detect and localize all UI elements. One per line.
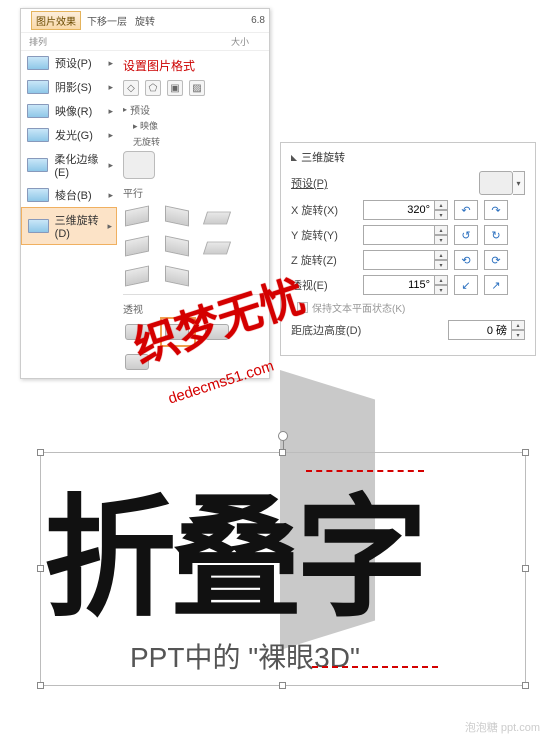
rotation-preset[interactable] bbox=[163, 264, 193, 288]
effects-icon[interactable]: ⬠ bbox=[145, 80, 161, 96]
resize-handle[interactable] bbox=[37, 449, 44, 456]
group-label-arrange: 排列 bbox=[29, 35, 47, 48]
rotate-ccw-icon[interactable]: ⟳ bbox=[484, 250, 508, 270]
preset-swatch[interactable] bbox=[479, 171, 513, 195]
resize-handle[interactable] bbox=[37, 682, 44, 689]
layout-icon[interactable]: ▣ bbox=[167, 80, 183, 96]
rotation-preset[interactable] bbox=[163, 204, 193, 228]
distance-input[interactable] bbox=[448, 320, 512, 340]
spin-up[interactable]: ▴ bbox=[511, 320, 525, 330]
red-guide-top bbox=[306, 470, 424, 472]
menu-item-bevel[interactable]: 棱台(B)▸ bbox=[21, 183, 117, 207]
rotation-preset[interactable] bbox=[123, 264, 153, 288]
preset-none[interactable] bbox=[123, 151, 155, 179]
rotate-cw-icon[interactable]: ⟲ bbox=[454, 250, 478, 270]
x-rotation-input[interactable] bbox=[363, 200, 435, 220]
spin-up[interactable]: ▴ bbox=[434, 225, 448, 235]
z-rotation-label: Z 旋转(Z) bbox=[291, 252, 363, 268]
menu-label: 三维旋转(D) bbox=[55, 212, 110, 240]
spin-down[interactable]: ▾ bbox=[434, 235, 448, 245]
ribbon-header: 图片效果 下移一层 旋转 6.8 bbox=[21, 9, 269, 33]
preset-dropdown[interactable]: ▾ bbox=[513, 171, 525, 195]
spin-up[interactable]: ▴ bbox=[434, 250, 448, 260]
resize-handle[interactable] bbox=[522, 449, 529, 456]
keep-text-flat-row[interactable]: 保持文本平面状态(K) bbox=[297, 300, 525, 315]
menu-item-reflection[interactable]: 映像(R)▸ bbox=[21, 99, 117, 123]
rotation-preset[interactable] bbox=[203, 204, 233, 228]
picture-effects-dropdown[interactable]: 图片效果 bbox=[31, 11, 81, 30]
spin-down[interactable]: ▾ bbox=[434, 210, 448, 220]
fill-icon[interactable]: ◇ bbox=[123, 80, 139, 96]
menu-item-softedge[interactable]: 柔化边缘(E)▸ bbox=[21, 147, 117, 183]
x-rotation-label: X 旋转(X) bbox=[291, 202, 363, 218]
resize-handle[interactable] bbox=[279, 682, 286, 689]
toolbar-item[interactable]: 旋转 bbox=[135, 13, 155, 28]
3d-rotation-title: 三维旋转 bbox=[291, 149, 525, 165]
rotate-down-icon[interactable]: ↻ bbox=[484, 225, 508, 245]
resize-handle[interactable] bbox=[522, 682, 529, 689]
distance-label: 距底边高度(D) bbox=[291, 322, 387, 338]
menu-label: 预设(P) bbox=[55, 55, 92, 71]
menu-item-shadow[interactable]: 阴影(S)▸ bbox=[21, 75, 117, 99]
group-label-size: 大小 bbox=[231, 35, 249, 48]
none-label: 无旋转 bbox=[133, 135, 263, 148]
perspective-wide-icon[interactable]: ↗ bbox=[484, 275, 508, 295]
resize-handle[interactable] bbox=[37, 565, 44, 572]
rotate-up-icon[interactable]: ↺ bbox=[454, 225, 478, 245]
rotate-right-icon[interactable]: ↷ bbox=[484, 200, 508, 220]
credit-text: 泡泡糖 ppt.com bbox=[465, 719, 540, 735]
picture-icon[interactable]: ▨ bbox=[189, 80, 205, 96]
y-rotation-input[interactable] bbox=[363, 225, 435, 245]
rotation-preset[interactable] bbox=[123, 204, 153, 228]
menu-item-glow[interactable]: 发光(G)▸ bbox=[21, 123, 117, 147]
spin-down[interactable]: ▾ bbox=[511, 330, 525, 340]
perspective-input[interactable] bbox=[363, 275, 435, 295]
preset-label: 预设(P) bbox=[291, 175, 363, 191]
rotation-handle[interactable] bbox=[278, 431, 288, 441]
menu-label: 阴影(S) bbox=[55, 79, 92, 95]
size-value[interactable]: 6.8 bbox=[251, 15, 265, 26]
perspective-narrow-icon[interactable]: ↙ bbox=[454, 275, 478, 295]
3d-rotation-panel: 三维旋转 预设(P) ▾ X 旋转(X) ▴▾ ↶ ↷ Y 旋转(Y) ▴▾ ↺… bbox=[280, 142, 536, 356]
section-sub: ▸ 映像 bbox=[133, 119, 263, 132]
z-rotation-input[interactable] bbox=[363, 250, 435, 270]
headline-text[interactable]: 折叠字 bbox=[44, 452, 422, 643]
menu-label: 柔化边缘(E) bbox=[54, 151, 111, 179]
menu-item-3d-rotation[interactable]: 三维旋转(D)▸ bbox=[21, 207, 117, 245]
red-guide-bottom bbox=[312, 666, 438, 668]
subtitle-text[interactable]: PPT中的 "裸眼3D" bbox=[130, 636, 360, 676]
menu-label: 发光(G) bbox=[55, 127, 93, 143]
spin-down[interactable]: ▾ bbox=[434, 285, 448, 295]
spin-up[interactable]: ▴ bbox=[434, 200, 448, 210]
rotation-preset[interactable] bbox=[163, 234, 193, 258]
y-rotation-label: Y 旋转(Y) bbox=[291, 227, 363, 243]
spin-down[interactable]: ▾ bbox=[434, 260, 448, 270]
rotation-preset[interactable] bbox=[203, 234, 233, 258]
rotation-preset[interactable] bbox=[123, 234, 153, 258]
spin-up[interactable]: ▴ bbox=[434, 275, 448, 285]
section-parallel: 平行 bbox=[123, 185, 263, 200]
keep-text-flat-label: 保持文本平面状态(K) bbox=[312, 300, 405, 315]
ribbon-group-labels: 排列 大小 bbox=[21, 33, 269, 51]
effects-menu: 预设(P)▸ 阴影(S)▸ 映像(R)▸ 发光(G)▸ 柔化边缘(E)▸ 棱台(… bbox=[21, 51, 117, 378]
rotate-left-icon[interactable]: ↶ bbox=[454, 200, 478, 220]
menu-label: 棱台(B) bbox=[55, 187, 92, 203]
slide-canvas: 折叠字 PPT中的 "裸眼3D" bbox=[20, 340, 530, 710]
menu-label: 映像(R) bbox=[55, 103, 92, 119]
format-tool-icons: ◇ ⬠ ▣ ▨ bbox=[123, 80, 263, 96]
menu-item-preset[interactable]: 预设(P)▸ bbox=[21, 51, 117, 75]
section-preset: 预设 bbox=[123, 102, 263, 117]
gallery-title: 设置图片格式 bbox=[123, 57, 263, 74]
resize-handle[interactable] bbox=[522, 565, 529, 572]
toolbar-item[interactable]: 下移一层 bbox=[87, 13, 127, 28]
